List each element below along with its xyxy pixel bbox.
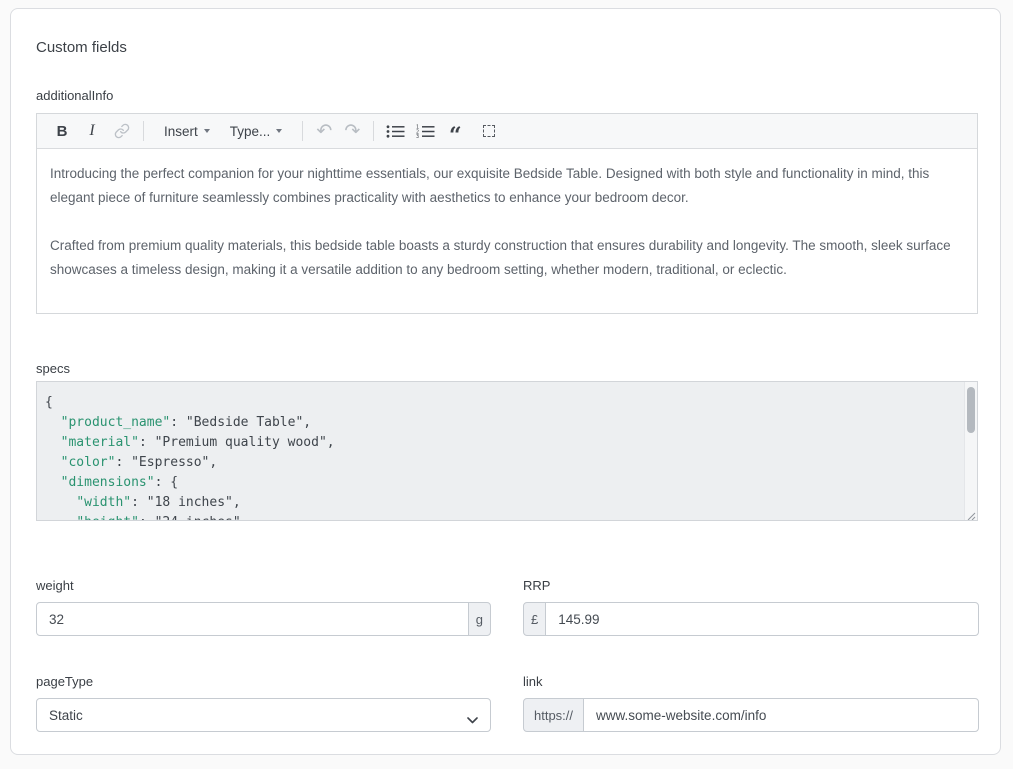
rich-text-editor: B I Insert Type... ↶ ↷ (36, 113, 978, 314)
editor-toolbar: B I Insert Type... ↶ ↷ (37, 114, 977, 149)
dashed-box-button[interactable] (478, 118, 500, 144)
toolbar-divider (373, 121, 374, 141)
specs-textarea[interactable]: { "product_name": "Bedside Table", "mate… (36, 381, 978, 521)
weight-unit-addon: g (468, 602, 491, 636)
rrp-label: RRP (523, 578, 979, 593)
caret-down-icon (276, 129, 282, 133)
page-type-label: pageType (36, 674, 491, 689)
specs-code: { "product_name": "Bedside Table", "mate… (37, 382, 977, 521)
redo-icon[interactable]: ↷ (341, 118, 363, 144)
resize-handle-icon[interactable] (965, 508, 976, 519)
caret-down-icon (204, 129, 210, 133)
specs-scrollbar[interactable] (964, 382, 977, 520)
editor-paragraph: Introducing the perfect companion for yo… (50, 162, 964, 210)
svg-text:3: 3 (416, 134, 419, 139)
link-button[interactable] (111, 118, 133, 144)
link-input[interactable] (583, 698, 979, 732)
numbered-list-button[interactable]: 123 (414, 118, 436, 144)
editor-content[interactable]: Introducing the perfect companion for yo… (37, 149, 977, 314)
link-input-group: https:// (523, 698, 979, 732)
toolbar-divider (143, 121, 144, 141)
insert-dropdown-label: Insert (164, 124, 198, 139)
bold-button[interactable]: B (51, 118, 73, 144)
undo-icon[interactable]: ↶ (313, 118, 335, 144)
editor-paragraph: Crafted from premium quality materials, … (50, 234, 964, 282)
scrollbar-thumb[interactable] (967, 387, 975, 433)
italic-button[interactable]: I (81, 118, 103, 144)
rrp-input-group: £ (523, 602, 979, 636)
dashed-box-icon (483, 125, 495, 137)
rrp-input[interactable] (545, 602, 979, 636)
type-dropdown-label: Type... (230, 124, 271, 139)
protocol-addon: https:// (523, 698, 584, 732)
blockquote-icon[interactable]: “ (444, 118, 466, 144)
additional-info-label: additionalInfo (36, 88, 113, 103)
type-dropdown[interactable]: Type... (224, 118, 289, 144)
link-icon (114, 123, 130, 139)
link-label: link (523, 674, 979, 689)
bullet-list-icon (386, 124, 405, 139)
numbered-list-icon: 123 (416, 124, 435, 139)
currency-addon: £ (523, 602, 546, 636)
weight-input[interactable] (36, 602, 469, 636)
custom-fields-panel: Custom fields additionalInfo B I Insert (10, 8, 1001, 755)
page-type-select[interactable]: Static (36, 698, 491, 732)
specs-label: specs (36, 361, 70, 376)
insert-dropdown[interactable]: Insert (158, 118, 216, 144)
toolbar-divider (302, 121, 303, 141)
weight-label: weight (36, 578, 491, 593)
weight-input-group: g (36, 602, 491, 636)
page-title: Custom fields (36, 39, 127, 56)
bullet-list-button[interactable] (384, 118, 406, 144)
